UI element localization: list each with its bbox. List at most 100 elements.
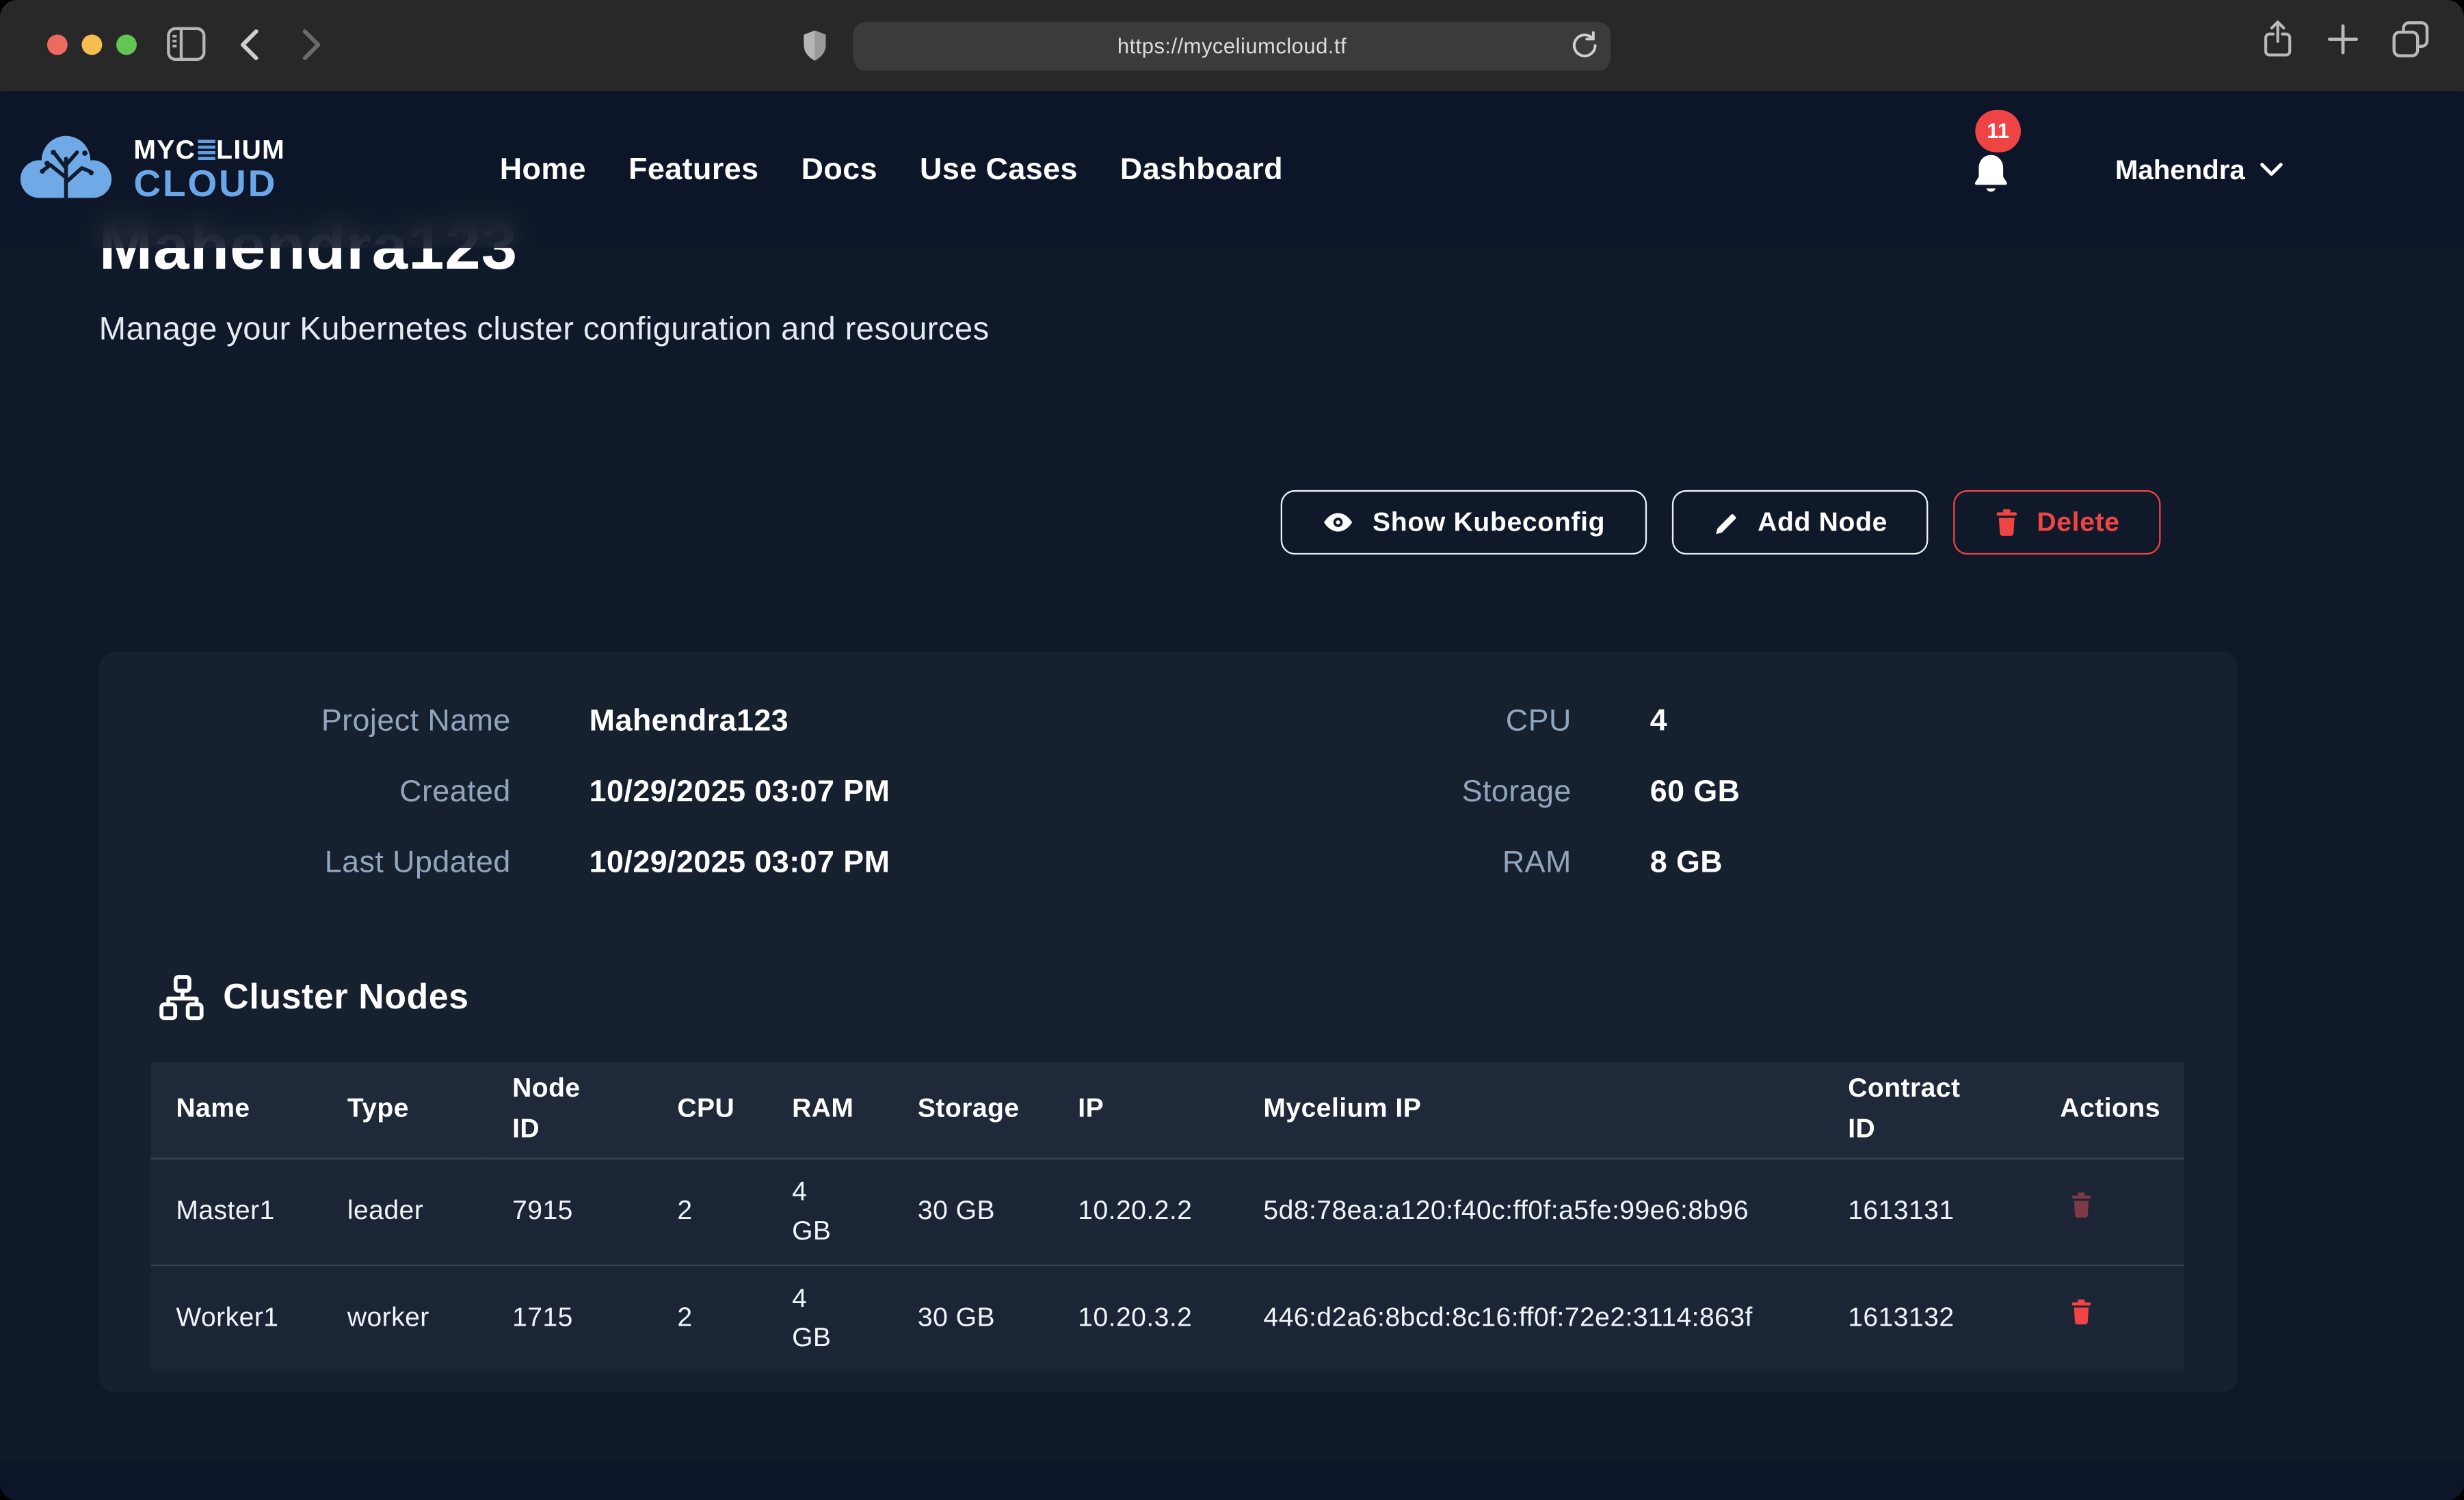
delete-label: Delete	[2037, 507, 2119, 538]
nav-link-use-cases[interactable]: Use Cases	[920, 152, 1078, 188]
brand-line-cloud: CLOUD	[133, 165, 285, 203]
info-value: 8 GB	[1650, 845, 1723, 881]
user-name: Mahendra	[2115, 153, 2245, 186]
cluster-nodes-heading: Cluster Nodes	[157, 974, 469, 1021]
info-label: Created	[196, 775, 511, 811]
pencil-icon	[1712, 508, 1740, 536]
info-value: 4	[1650, 704, 1667, 740]
reload-button[interactable]	[1570, 30, 1598, 62]
cluster-actions: Show Kubeconfig Add Node	[1282, 490, 2161, 554]
cell-name: Worker1	[151, 1265, 322, 1371]
info-label: RAM	[1257, 845, 1572, 881]
url-text: https://myceliumcloud.tf	[1117, 35, 1347, 58]
show-kubeconfig-button[interactable]: Show Kubeconfig	[1282, 490, 1646, 554]
browser-titlebar: https://myceliumcloud.tf	[0, 0, 2464, 91]
cell-ram: 4 GB	[767, 1157, 892, 1264]
cell-name: Master1	[151, 1157, 322, 1264]
col-header-type: Type	[322, 1062, 487, 1157]
cell-cpu: 2	[652, 1265, 767, 1371]
page-subtitle: Manage your Kubernetes cluster configura…	[99, 311, 990, 349]
browser-window: https://myceliumcloud.tf	[0, 0, 2464, 1500]
col-header-contract-id: Contract ID	[1823, 1062, 2035, 1157]
table-header-row: Name Type Node ID CPU RAM Storage IP Myc…	[151, 1062, 2184, 1157]
site-navbar: MYCLIUM CLOUD Home Features Docs Use Cas…	[0, 91, 2464, 248]
add-node-button[interactable]: Add Node	[1671, 490, 1929, 554]
col-header-ip: IP	[1053, 1062, 1238, 1157]
notification-badge: 11	[1975, 110, 2021, 152]
new-tab-button[interactable]	[2327, 23, 2359, 55]
brand-text: MYCLIUM CLOUD	[133, 136, 285, 204]
nav-link-features[interactable]: Features	[628, 152, 758, 188]
cell-contract-id: 1613132	[1823, 1265, 2035, 1371]
trash-icon	[2069, 1191, 2093, 1219]
eye-icon	[1322, 506, 1355, 539]
info-label: Last Updated	[196, 845, 511, 881]
close-window-button[interactable]	[47, 35, 68, 55]
delete-node-button[interactable]	[2060, 1298, 2093, 1326]
brand-line-mycelium: MYCLIUM	[133, 136, 285, 163]
cell-actions	[2035, 1157, 2184, 1264]
minimize-window-button[interactable]	[81, 35, 102, 55]
page-footer	[0, 1461, 2464, 1500]
cell-type: leader	[322, 1157, 487, 1264]
cluster-details-card: Project Name Mahendra123 Created 10/29/2…	[99, 652, 2238, 1392]
cluster-info-right: CPU 4 Storage 60 GB RAM 8 GB	[1257, 686, 1740, 898]
privacy-shield-icon	[802, 28, 828, 63]
cluster-nodes-title: Cluster Nodes	[223, 977, 468, 1018]
zoom-window-button[interactable]	[116, 35, 137, 55]
add-node-label: Add Node	[1758, 507, 1887, 538]
window-controls	[47, 35, 137, 55]
info-row-project-name: Project Name Mahendra123	[196, 686, 890, 757]
cell-node-id: 7915	[487, 1157, 652, 1264]
cell-ip: 10.20.2.2	[1053, 1157, 1238, 1264]
info-value: 60 GB	[1650, 775, 1740, 811]
col-header-actions: Actions	[2035, 1062, 2184, 1157]
info-value: 10/29/2025 03:07 PM	[589, 775, 890, 811]
info-row-created: Created 10/29/2025 03:07 PM	[196, 758, 890, 828]
nav-link-home[interactable]: Home	[500, 152, 586, 188]
mycelium-cloud-logo-icon	[16, 131, 116, 209]
col-header-mycelium-ip: Mycelium IP	[1238, 1062, 1823, 1157]
info-value: 10/29/2025 03:07 PM	[589, 845, 890, 881]
nav-link-dashboard[interactable]: Dashboard	[1120, 152, 1283, 188]
plus-icon	[2327, 23, 2359, 55]
notifications-button[interactable]	[1968, 151, 2015, 202]
delete-cluster-button[interactable]: Delete	[1954, 490, 2161, 554]
chevron-down-icon	[2259, 162, 2282, 178]
cell-storage: 30 GB	[892, 1265, 1052, 1371]
cell-mycelium-ip: 446:d2a6:8bcd:8c16:ff0f:72e2:3114:863f	[1238, 1265, 1823, 1371]
info-label: Storage	[1257, 775, 1572, 811]
notifications: 11	[1961, 91, 2037, 248]
col-header-node-id: Node ID	[487, 1062, 652, 1157]
tab-overview-button[interactable]	[2392, 21, 2429, 58]
info-row-cpu: CPU 4	[1257, 686, 1740, 757]
sidebar-toggle-button[interactable]	[167, 27, 206, 62]
trash-icon	[2069, 1298, 2093, 1326]
nav-link-docs[interactable]: Docs	[802, 152, 877, 188]
share-button[interactable]	[2262, 19, 2294, 60]
forward-button[interactable]	[302, 28, 322, 61]
cell-contract-id: 1613131	[1823, 1157, 2035, 1264]
address-bar[interactable]: https://myceliumcloud.tf	[853, 22, 1611, 70]
page-content: Mahendra123 Manage your Kubernetes clust…	[0, 91, 2464, 1500]
cell-storage: 30 GB	[892, 1157, 1052, 1264]
user-menu[interactable]: Mahendra	[2106, 91, 2292, 248]
sidebar-icon	[167, 27, 206, 62]
delete-node-button[interactable]	[2060, 1191, 2093, 1219]
col-header-cpu: CPU	[652, 1062, 767, 1157]
back-button[interactable]	[239, 28, 259, 61]
col-header-storage: Storage	[892, 1062, 1052, 1157]
info-label: CPU	[1257, 704, 1572, 740]
brand-logo[interactable]: MYCLIUM CLOUD	[16, 91, 285, 248]
back-icon	[239, 28, 259, 61]
info-value: Mahendra123	[589, 704, 789, 740]
col-header-ram: RAM	[767, 1062, 892, 1157]
cell-ram: 4 GB	[767, 1265, 892, 1371]
info-label: Project Name	[196, 704, 511, 740]
stylized-e-glyph	[198, 140, 215, 160]
network-icon	[157, 974, 206, 1021]
info-row-storage: Storage 60 GB	[1257, 758, 1740, 828]
cell-cpu: 2	[652, 1157, 767, 1264]
info-row-last-updated: Last Updated 10/29/2025 03:07 PM	[196, 828, 890, 898]
nav-links: Home Features Docs Use Cases Dashboard	[500, 91, 1283, 248]
